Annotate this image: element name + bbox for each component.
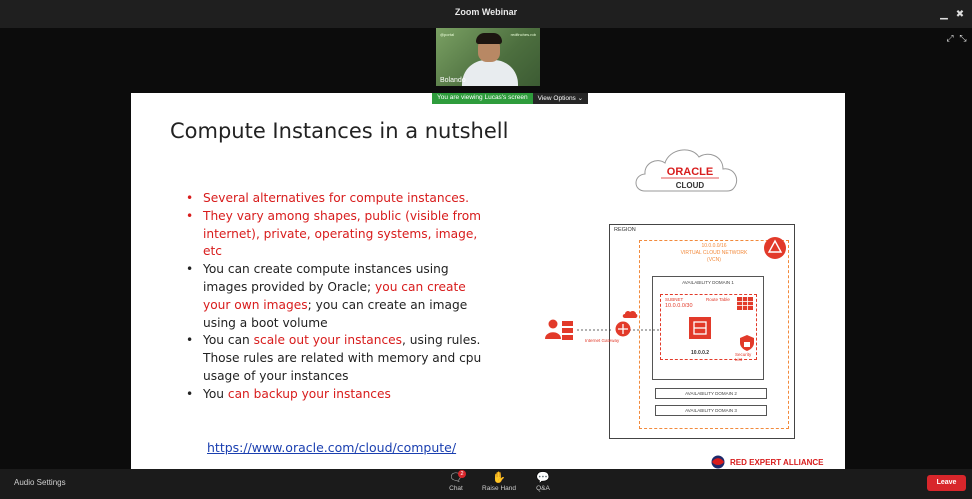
speaker-hair [476, 33, 502, 44]
vcn-cidr: 10.0.0.0/16 [701, 243, 727, 249]
subnet-box: SUBNET 10.0.0.0/30 Route Table 10.0.0.2 [660, 294, 757, 362]
viewing-screen-label: You are viewing Lucas's screen [432, 93, 533, 104]
raise-hand-label: Raise Hand [482, 485, 516, 492]
bullet-text: scale out your instances [253, 333, 403, 348]
brand-logo-icon [711, 455, 725, 469]
cloud-logo-line1: ORACLE [667, 166, 713, 178]
internet-gateway-label: Internet Gateway [585, 338, 620, 343]
bullet-text: They vary among shapes, public (visible … [203, 208, 482, 259]
qa-icon: 💬 [536, 472, 550, 484]
ad1-label: AVAILABILITY DOMAIN 1 [682, 280, 734, 285]
screen-share-banner: You are viewing Lucas's screen View Opti… [432, 93, 589, 104]
subnet-label: SUBNET [665, 297, 684, 302]
exit-fullscreen-icon[interactable]: ⤢ [945, 33, 955, 43]
bullet-text: You can [203, 333, 254, 348]
oracle-cloud-logo: ORACLE CLOUD [631, 143, 753, 203]
cloud-icon: ORACLE CLOUD [635, 149, 738, 192]
route-table-label: Route Table [706, 297, 730, 302]
gateway-cloud-icon [622, 310, 638, 318]
close-icon[interactable]: ✖ [954, 9, 966, 21]
bullet-item: You can create compute instances using i… [186, 261, 486, 332]
chat-button[interactable]: 🗨 2 Chat [434, 470, 478, 492]
leave-button[interactable]: Leave [927, 475, 966, 491]
view-options-button[interactable]: View Options ⌄ [532, 93, 589, 104]
meeting-controls-bar: Audio Settings 🗨 2 Chat ✋ Raise Hand 💬 Q&… [0, 469, 972, 499]
raise-hand-button[interactable]: ✋ Raise Hand [477, 471, 521, 492]
instance-ip: 10.0.0.2 [691, 350, 710, 356]
speaker-video-tile[interactable]: @portal redfinches.rob Bolando [436, 28, 540, 86]
route-table-icon [737, 297, 753, 310]
availability-domain-3: AVAILABILITY DOMAIN 3 [655, 405, 767, 416]
chat-badge: 2 [458, 470, 466, 478]
shared-screen-slide: Compute Instances in a nutshell Several … [131, 93, 845, 469]
qa-button[interactable]: 💬 Q&A [521, 471, 565, 492]
video-tag-right: redfinches.rob [510, 32, 536, 37]
vcn-router-icon [764, 237, 786, 259]
participant-name: Bolando [440, 77, 466, 84]
bullet-item: You can scale out your instances, using … [186, 332, 486, 385]
bullet-item: You can backup your instances [186, 386, 486, 404]
qa-label: Q&A [536, 485, 550, 492]
instance-icon [689, 317, 711, 339]
raise-hand-icon: ✋ [492, 472, 506, 484]
bullet-text: Several alternatives for compute instanc… [203, 191, 470, 205]
security-list-icon [740, 335, 754, 351]
on-premises-icon [545, 319, 573, 340]
bullet-text: You [203, 386, 228, 401]
slide-title: Compute Instances in a nutshell [170, 119, 509, 143]
vcn-name: VIRTUAL CLOUD NETWORK [680, 250, 748, 256]
cloud-logo-line2: CLOUD [676, 181, 705, 190]
minimize-icon[interactable]: ▁ [938, 9, 950, 21]
fullscreen-icon[interactable]: ⤡ [958, 33, 968, 43]
bullet-item: Several alternatives for compute instanc… [186, 190, 486, 208]
availability-domain-2: AVAILABILITY DOMAIN 2 [655, 388, 767, 399]
chat-label: Chat [449, 485, 463, 492]
footer-brand: RED EXPERT ALLIANCE [709, 454, 824, 469]
zoom-webinar-window: Zoom Webinar ▁ ✖ ⤢ ⤡ @portal redfinches.… [0, 0, 972, 499]
subnet-cidr: 10.0.0.0/30 [665, 303, 693, 309]
audio-settings-button[interactable]: Audio Settings [14, 478, 66, 487]
region-label: REGION [614, 227, 636, 233]
compute-link[interactable]: https://www.oracle.com/cloud/compute/ [207, 440, 456, 455]
vcn-diagram: REGION 10.0.0.0/16 VIRTUAL CLOUD NETWORK… [545, 221, 795, 441]
title-bar: Zoom Webinar ▁ ✖ [0, 0, 972, 28]
internet-gateway-icon [615, 321, 631, 337]
window-title: Zoom Webinar [454, 7, 518, 17]
bullet-item: They vary among shapes, public (visible … [186, 208, 486, 261]
video-tag-left: @portal [440, 32, 455, 37]
bullet-text: can backup your instances [227, 386, 391, 401]
vcn-short: (VCN) [707, 257, 721, 263]
chat-icon: 🗨 2 [434, 470, 478, 485]
bullet-list: Several alternatives for compute instanc… [186, 190, 486, 404]
footer-brand-text: RED EXPERT ALLIANCE [730, 457, 824, 467]
security-list-label: Security List [735, 352, 752, 362]
